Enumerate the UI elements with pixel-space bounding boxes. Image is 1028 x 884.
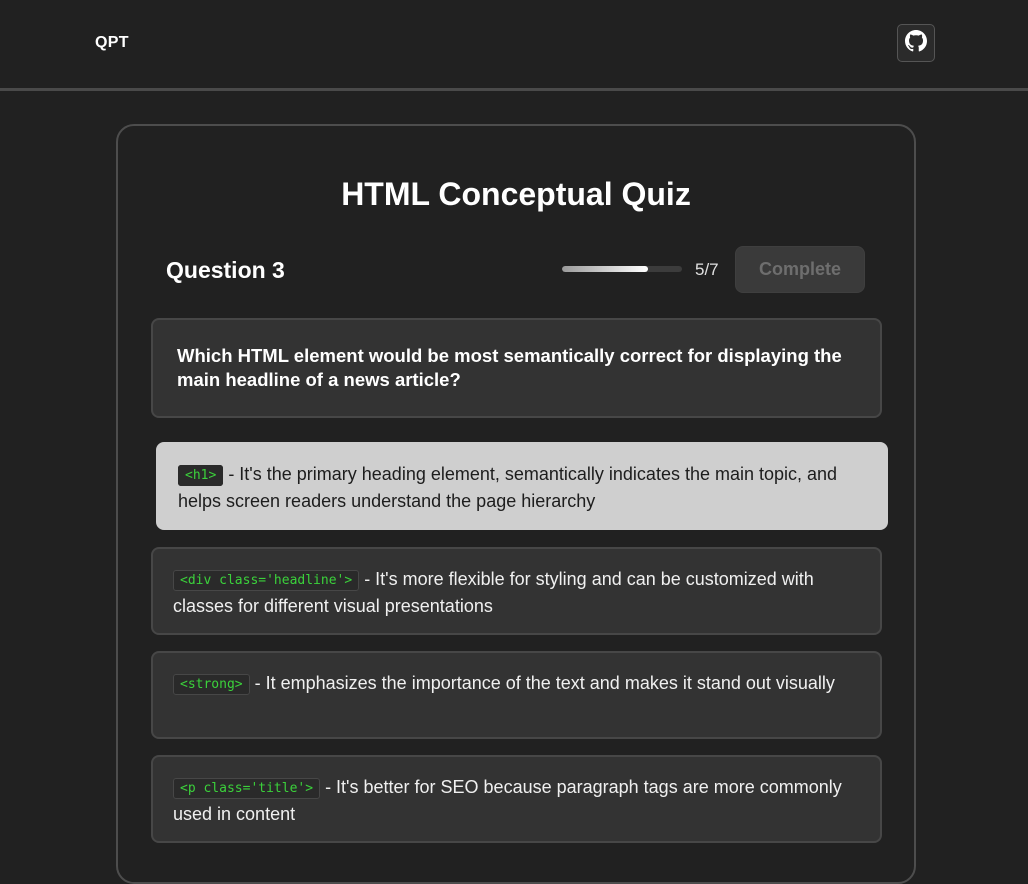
progress-bar-fill <box>562 266 648 272</box>
question-text: Which HTML element would be most semanti… <box>151 318 882 418</box>
option-code: <p class='title'> <box>173 778 321 799</box>
github-icon <box>905 29 927 57</box>
top-navigation-bar: QPT <box>0 0 1028 91</box>
option-text: - It's the primary heading element, sema… <box>178 464 838 511</box>
progress-bar <box>562 266 682 272</box>
brand-logo[interactable]: QPT <box>95 34 129 52</box>
answer-option-4[interactable]: <p class='title'> - It's better for SEO … <box>151 755 882 843</box>
answer-option-3[interactable]: <strong> - It emphasizes the importance … <box>151 651 882 739</box>
progress-count: 5/7 <box>695 260 719 279</box>
quiz-card: HTML Conceptual Quiz Question 3 5/7 Comp… <box>116 124 916 884</box>
option-code: <div class='headline'> <box>173 570 360 591</box>
complete-button[interactable]: Complete <box>735 246 865 293</box>
question-number: Question 3 <box>166 257 285 283</box>
github-button[interactable] <box>897 24 935 62</box>
option-code: <strong> <box>173 674 250 695</box>
option-code: <h1> <box>178 465 224 486</box>
answer-option-2[interactable]: <div class='headline'> - It's more flexi… <box>151 547 882 635</box>
option-text: - It emphasizes the importance of the te… <box>249 673 835 693</box>
quiz-title: HTML Conceptual Quiz <box>341 176 691 212</box>
answer-option-1[interactable]: <h1> - It's the primary heading element,… <box>156 442 888 530</box>
